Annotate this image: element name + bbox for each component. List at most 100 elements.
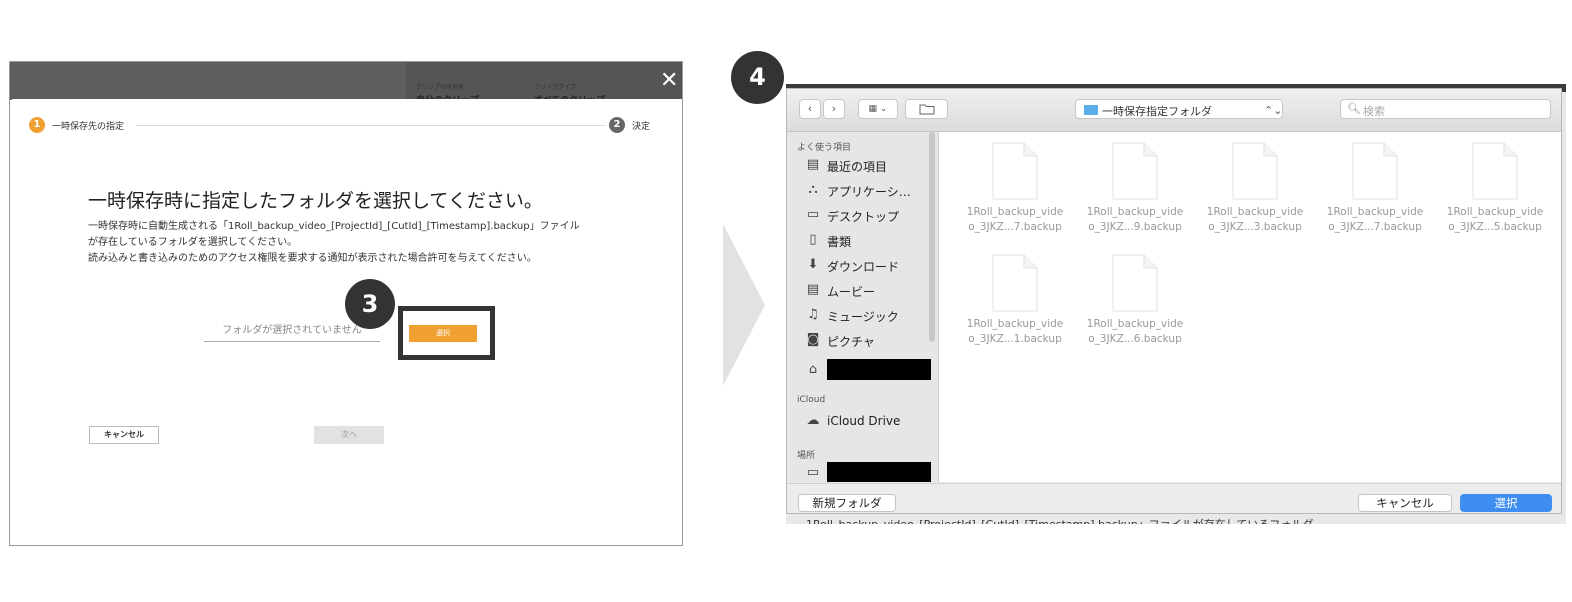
left-screenshot-panel: クリップの所有者 自分のクリップ クリップタイプ すべてのクリップ ✕ 1 一時… bbox=[9, 61, 683, 546]
document-icon bbox=[992, 254, 1038, 312]
music-icon: ♫ bbox=[807, 307, 819, 322]
search-placeholder: 検索 bbox=[1363, 105, 1385, 118]
redacted-computer-name bbox=[827, 462, 931, 482]
applications-icon: ⛬ bbox=[808, 182, 818, 197]
description-line-1: 一時保存時に自動生成される「1Roll_backup_video_[Projec… bbox=[88, 221, 580, 232]
file-name-line-1: 1Roll_backup_vide bbox=[1446, 206, 1544, 218]
sidebar-item-documents[interactable]: ▯ 書類 bbox=[797, 229, 927, 251]
sidebar-item-desktop[interactable]: ▭ デスクトップ bbox=[797, 204, 927, 226]
file-item[interactable]: 1Roll_backup_vide o_3JKZ...7.backup bbox=[1316, 136, 1426, 246]
file-name-line-2: o_3JKZ...9.backup bbox=[1088, 221, 1182, 233]
file-name: 1Roll_backup_vide o_3JKZ...1.backup bbox=[956, 317, 1074, 347]
sidebar-item-music[interactable]: ♫ ミュージック bbox=[797, 304, 927, 326]
file-name: 1Roll_backup_vide o_3JKZ...7.backup bbox=[956, 205, 1074, 235]
sidebar-item-recents[interactable]: ▤ 最近の項目 bbox=[797, 154, 927, 176]
dialog-title: 一時保存時に指定したフォルダを選択してください。 bbox=[88, 190, 543, 212]
cancel-button[interactable]: キャンセル bbox=[89, 426, 159, 444]
document-icon bbox=[992, 142, 1038, 200]
bg-type-label: クリップタイプ bbox=[534, 84, 577, 91]
file-item[interactable]: 1Roll_backup_vide o_3JKZ...6.backup bbox=[1076, 248, 1186, 358]
file-item[interactable]: 1Roll_backup_vide o_3JKZ...1.backup bbox=[956, 248, 1066, 358]
description-line-2: が存在しているフォルダを選択してください。 bbox=[88, 237, 298, 248]
select-folder-dialog: 1 一時保存先の指定 2 決定 一時保存時に指定したフォルダを選択してください。… bbox=[12, 99, 682, 545]
close-icon[interactable]: ✕ bbox=[660, 70, 678, 92]
location-label: 一時保存指定フォルダ bbox=[1102, 105, 1212, 118]
file-name: 1Roll_backup_vide o_3JKZ...6.backup bbox=[1076, 317, 1194, 347]
file-name-line-1: 1Roll_backup_vide bbox=[966, 206, 1064, 218]
background-filter-strip: クリップの所有者 自分のクリップ クリップタイプ すべてのクリップ bbox=[406, 62, 682, 106]
file-name-line-2: o_3JKZ...1.backup bbox=[968, 333, 1062, 345]
file-name: 1Roll_backup_vide o_3JKZ...5.backup bbox=[1436, 205, 1554, 235]
next-button[interactable]: 次へ bbox=[314, 426, 384, 444]
finder-sidebar: よく使う項目 ⌂ iCloud ☁ iCloud Drive 場所 ▭ ▤ 最近の… bbox=[787, 132, 939, 482]
sidebar-item-label: 最近の項目 bbox=[827, 160, 888, 174]
file-name-line-1: 1Roll_backup_vide bbox=[966, 318, 1064, 330]
finder-toolbar: ‹ › ▦ ⌄ 一時保存指定フォルダ ⌃⌄ 🔍︎ 検索 bbox=[787, 89, 1561, 132]
selected-folder-field[interactable]: フォルダが選択されていません bbox=[204, 321, 380, 342]
mac-open-dialog: ‹ › ▦ ⌄ 一時保存指定フォルダ ⌃⌄ 🔍︎ 検索 よく使う項目 ⌂ iCl… bbox=[786, 88, 1562, 514]
new-folder-icon[interactable] bbox=[905, 99, 948, 119]
step-2-number: 2 bbox=[609, 117, 625, 133]
cloud-icon: ☁ bbox=[806, 413, 820, 428]
favorites-header: よく使う項目 bbox=[797, 143, 852, 153]
sidebar-item-icloud-drive[interactable]: ☁ iCloud Drive bbox=[797, 410, 927, 432]
file-item[interactable]: 1Roll_backup_vide o_3JKZ...7.backup bbox=[956, 136, 1066, 246]
step-1-label: 一時保存先の指定 bbox=[52, 122, 125, 132]
new-folder-button[interactable]: 新規フォルダ bbox=[798, 494, 896, 512]
document-icon bbox=[1112, 142, 1158, 200]
sidebar-scrollbar[interactable] bbox=[929, 132, 935, 342]
forward-icon[interactable]: › bbox=[823, 99, 845, 119]
folder-icon bbox=[1084, 105, 1098, 115]
movies-icon: ▤ bbox=[806, 282, 820, 297]
sidebar-item-label: ピクチャ bbox=[827, 335, 875, 349]
dialog-button-bar: 新規フォルダ キャンセル 選択 bbox=[787, 483, 1561, 513]
sidebar-item-home[interactable]: ⌂ bbox=[797, 359, 931, 381]
file-name-line-1: 1Roll_backup_vide bbox=[1086, 206, 1184, 218]
document-icon bbox=[1112, 254, 1158, 312]
desktop-icon: ▭ bbox=[806, 207, 820, 222]
file-name: 1Roll_backup_vide o_3JKZ...9.backup bbox=[1076, 205, 1194, 235]
file-name-line-1: 1Roll_backup_vide bbox=[1206, 206, 1304, 218]
file-item[interactable]: 1Roll_backup_vide o_3JKZ...3.backup bbox=[1196, 136, 1306, 246]
step-progress-line bbox=[136, 125, 606, 126]
sidebar-item-applications[interactable]: ⛬ アプリケーシ… bbox=[797, 179, 927, 201]
sidebar-item-label: 書類 bbox=[827, 235, 852, 249]
updown-chevron-icon: ⌃⌄ bbox=[1264, 104, 1283, 117]
document-icon bbox=[1232, 142, 1278, 200]
file-item[interactable]: 1Roll_backup_vide o_3JKZ...9.backup bbox=[1076, 136, 1186, 246]
description-line-3: 読み込みと書き込みのためのアクセス権限を要求する通知が表示された場合許可を与えて… bbox=[88, 253, 537, 264]
sidebar-item-movies[interactable]: ▤ ムービー bbox=[797, 279, 927, 301]
sidebar-item-pictures[interactable]: ◙ ピクチャ bbox=[797, 329, 927, 351]
step-badge-4: 4 bbox=[731, 51, 784, 104]
mac-cancel-button[interactable]: キャンセル bbox=[1358, 494, 1452, 512]
downloads-icon: ⬇ bbox=[807, 257, 819, 272]
recents-icon: ▤ bbox=[806, 157, 820, 172]
file-name-line-2: o_3JKZ...3.backup bbox=[1208, 221, 1302, 233]
sidebar-item-label: ダウンロード bbox=[827, 260, 900, 274]
select-folder-button[interactable]: 選択 bbox=[409, 325, 477, 342]
file-name: 1Roll_backup_vide o_3JKZ...3.backup bbox=[1196, 205, 1314, 235]
step-badge-3: 3 bbox=[345, 279, 395, 329]
sidebar-item-downloads[interactable]: ⬇ ダウンロード bbox=[797, 254, 927, 276]
folder-plus-icon bbox=[919, 104, 934, 115]
document-icon bbox=[1472, 142, 1518, 200]
document-icon bbox=[1352, 142, 1398, 200]
step-1-number: 1 bbox=[29, 117, 45, 133]
file-name-line-2: o_3JKZ...7.backup bbox=[968, 221, 1062, 233]
sidebar-item-label: ムービー bbox=[827, 285, 876, 299]
sidebar-item-computer[interactable]: ▭ bbox=[797, 462, 931, 482]
back-icon[interactable]: ‹ bbox=[799, 99, 821, 119]
pictures-icon: ◙ bbox=[806, 332, 820, 347]
sidebar-item-label: アプリケーシ… bbox=[827, 185, 911, 199]
view-options-icon[interactable]: ▦ ⌄ bbox=[858, 99, 898, 119]
file-name-line-1: 1Roll_backup_vide bbox=[1326, 206, 1424, 218]
file-item[interactable]: 1Roll_backup_vide o_3JKZ...5.backup bbox=[1436, 136, 1546, 246]
mac-select-button[interactable]: 選択 bbox=[1460, 494, 1552, 512]
search-icon: 🔍︎ bbox=[1347, 102, 1361, 115]
icloud-header: iCloud bbox=[797, 395, 826, 405]
sidebar-item-label: デスクトップ bbox=[827, 210, 900, 224]
file-name-line-2: o_3JKZ...5.backup bbox=[1448, 221, 1542, 233]
file-name-line-2: o_3JKZ...6.backup bbox=[1088, 333, 1182, 345]
location-popup[interactable]: 一時保存指定フォルダ ⌃⌄ bbox=[1075, 99, 1283, 119]
search-input[interactable]: 🔍︎ 検索 bbox=[1340, 99, 1551, 119]
